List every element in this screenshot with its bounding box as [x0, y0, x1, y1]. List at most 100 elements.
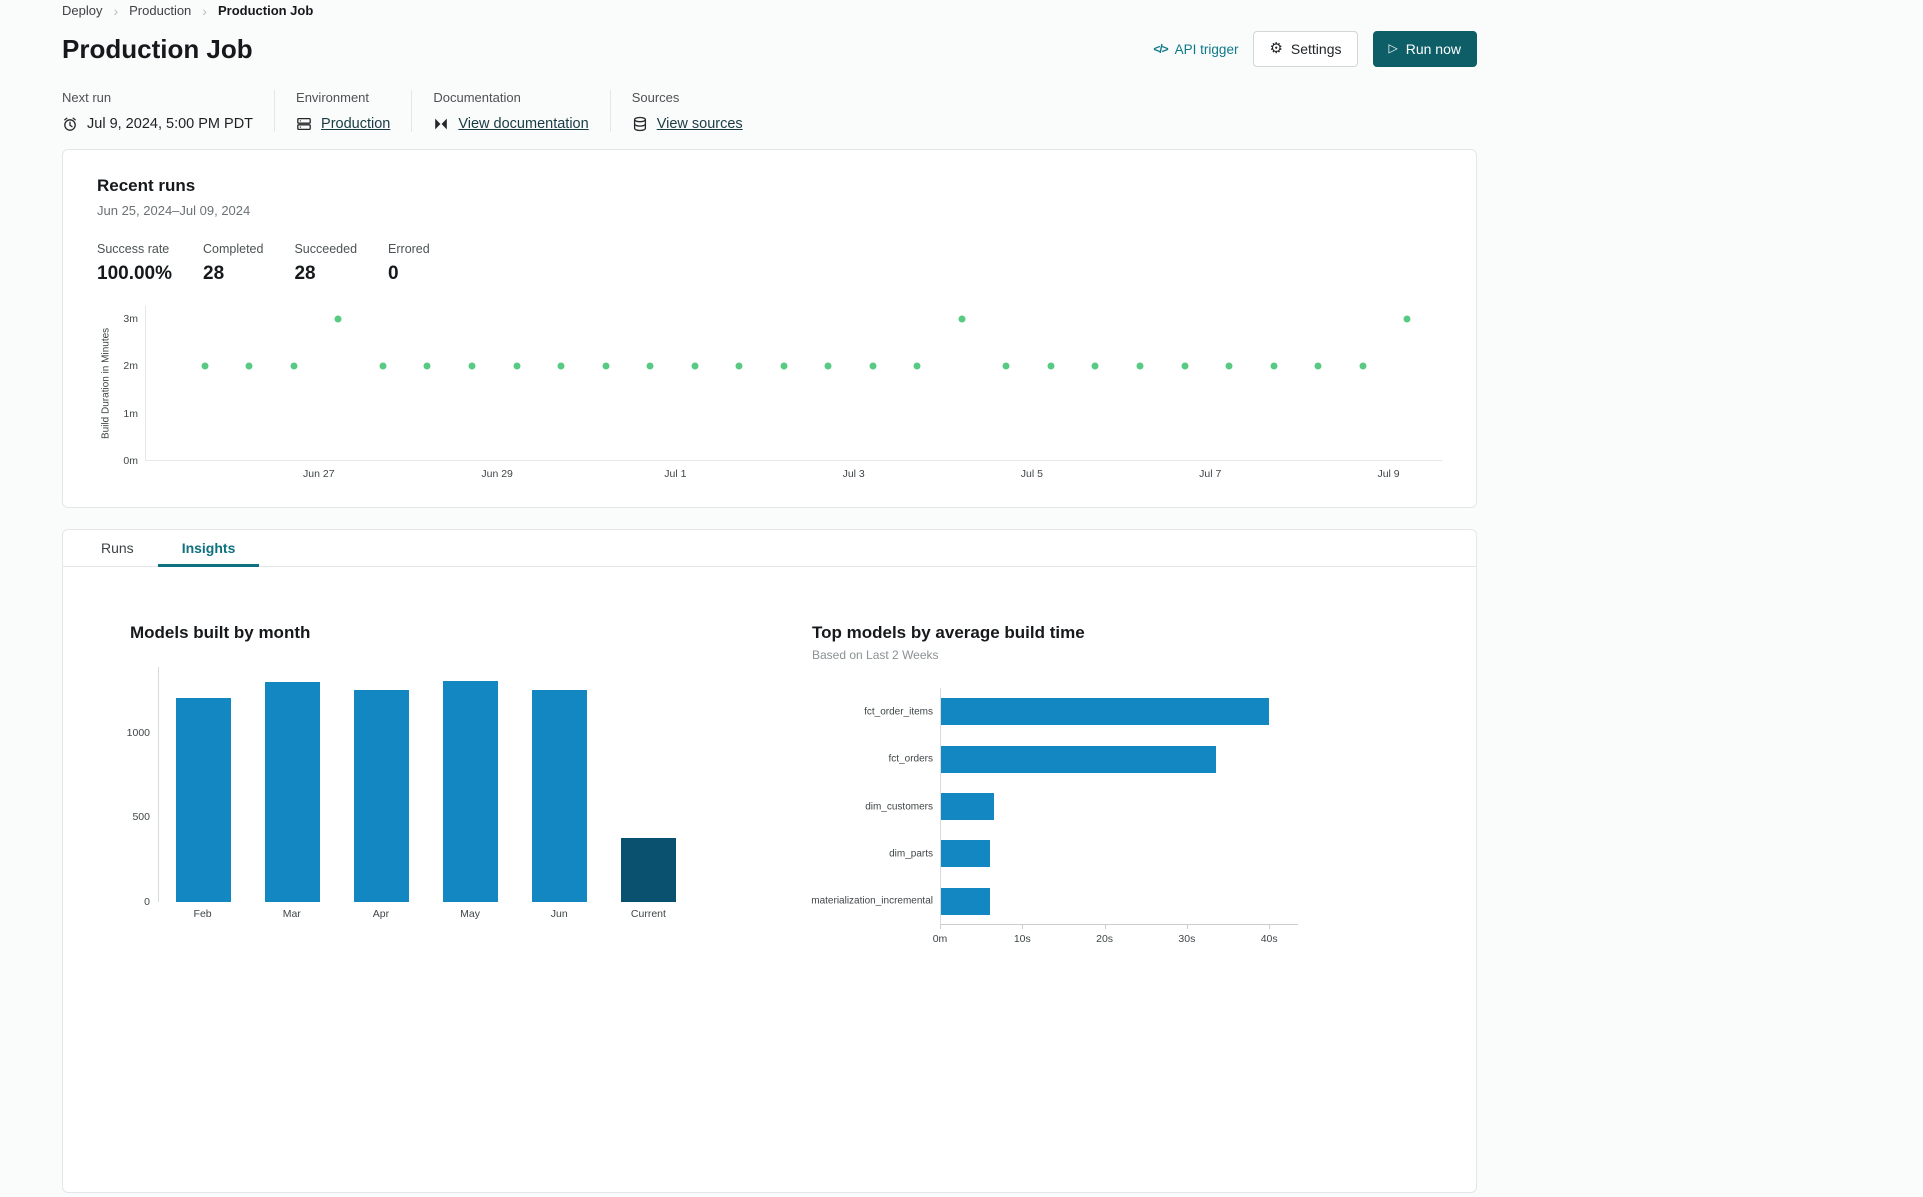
x-axis-tick-label: 30s [1178, 933, 1196, 945]
run-now-button[interactable]: ▷ Run now [1372, 31, 1477, 67]
run-point[interactable] [513, 362, 521, 370]
run-point[interactable] [1091, 362, 1099, 370]
view-sources-link[interactable]: View sources [657, 116, 743, 132]
settings-button-label: Settings [1290, 41, 1342, 57]
axis-tick-mark [1022, 925, 1024, 929]
next-run-label: Next run [62, 90, 112, 105]
run-point[interactable] [1002, 362, 1010, 370]
recent-runs-date-range: Jun 25, 2024–Jul 09, 2024 [97, 203, 251, 218]
run-point[interactable] [646, 362, 654, 370]
header-actions: </> API trigger ⚙ Settings ▷ Run now [1153, 31, 1477, 67]
tab-runs[interactable]: Runs [77, 530, 158, 567]
y-axis-tick-label: 1m [123, 407, 138, 420]
x-axis-tick-label: 0m [932, 933, 948, 945]
run-point[interactable] [1047, 362, 1055, 370]
run-point[interactable] [869, 362, 877, 370]
model-build-time-bar[interactable] [941, 745, 1216, 773]
run-point[interactable] [334, 315, 342, 323]
model-name-label: materialization_incremental [811, 895, 933, 907]
run-point[interactable] [1136, 362, 1144, 370]
vertical-divider [609, 90, 611, 132]
run-point[interactable] [602, 362, 610, 370]
page-header: Production Job </> API trigger ⚙ Setting… [62, 31, 1477, 67]
run-point[interactable] [1181, 362, 1189, 370]
run-point[interactable] [1403, 315, 1411, 323]
code-icon: </> [1153, 42, 1168, 56]
documentation-value-row: View documentation [433, 116, 589, 132]
model-build-time-bar[interactable] [941, 840, 991, 868]
stat-label: Completed [203, 242, 264, 256]
run-point[interactable] [1225, 362, 1233, 370]
x-axis-tick-label: May [460, 908, 480, 920]
recent-runs-title: Recent runs [97, 176, 196, 195]
run-point[interactable] [735, 362, 743, 370]
x-axis-tick-label: Mar [282, 908, 301, 920]
x-axis-tick-label: Jun [550, 908, 568, 920]
run-point[interactable] [913, 362, 921, 370]
documentation-label: Documentation [433, 90, 521, 105]
run-point[interactable] [468, 362, 476, 370]
stat-value: 0 [388, 263, 399, 284]
run-duration-chart: Build Duration in Minutes 0m 1m 2m 3m Jun 27… [97, 306, 1442, 485]
x-axis-tick-label: 40s [1260, 933, 1278, 945]
job-detail-card: Runs Insights Models built by month 0 500… [62, 529, 1477, 1193]
month-bar[interactable] [531, 689, 588, 902]
model-build-time-bar[interactable] [941, 698, 1270, 726]
view-documentation-link[interactable]: View documentation [458, 116, 588, 132]
run-point[interactable] [691, 362, 699, 370]
x-axis-tick-label: Feb [193, 908, 212, 920]
axis-tick-mark [1186, 925, 1188, 929]
axis-tick-mark [940, 925, 941, 929]
run-point[interactable] [824, 362, 832, 370]
month-bar[interactable] [175, 698, 232, 902]
run-point[interactable] [1270, 362, 1278, 370]
sources-value-row: View sources [632, 116, 743, 132]
run-point[interactable] [201, 362, 209, 370]
run-point[interactable] [958, 315, 966, 323]
vertical-divider [274, 90, 276, 132]
build-time-plot: fct_order_items fct_orders dim_customers di… [811, 688, 1298, 951]
api-trigger-label: API trigger [1174, 41, 1239, 57]
run-point[interactable] [557, 362, 565, 370]
settings-button[interactable]: ⚙ Settings [1253, 31, 1358, 67]
x-axis-tick-label: 10s [1013, 933, 1031, 945]
next-run-info: Next run Jul 9, 2024, 5:00 PM PDT [62, 90, 274, 132]
tab-insights[interactable]: Insights [157, 530, 260, 567]
run-point[interactable] [423, 362, 431, 370]
stat-label: Errored [388, 242, 430, 256]
model-name-label: dim_customers [865, 801, 933, 812]
x-axis-tick-label: Jul 1 [664, 468, 687, 480]
month-bar[interactable] [442, 680, 499, 902]
x-axis-tick-label: Apr [372, 908, 390, 920]
api-trigger-link[interactable]: </> API trigger [1153, 42, 1238, 57]
y-axis-tick-label: 2m [123, 360, 138, 373]
sources-label: Sources [631, 90, 680, 105]
run-point[interactable] [379, 362, 387, 370]
y-axis-tick-label: 0m [123, 455, 138, 467]
environment-info: Environment Production [296, 90, 411, 132]
run-now-button-label: Run now [1405, 41, 1461, 57]
run-point[interactable] [780, 362, 788, 370]
environment-link[interactable]: Production [321, 116, 390, 132]
breadcrumb-item-deploy[interactable]: Deploy [62, 3, 102, 18]
breadcrumb-item-production[interactable]: Production [129, 3, 191, 18]
month-bar[interactable] [264, 682, 321, 902]
axis-tick-mark [1104, 925, 1106, 929]
month-bar[interactable] [620, 837, 677, 902]
next-run-value-row: Jul 9, 2024, 5:00 PM PDT [62, 116, 253, 132]
model-build-time-bar[interactable] [941, 887, 991, 915]
alarm-clock-icon [64, 117, 76, 131]
tab-bar: Runs Insights [63, 530, 1476, 567]
x-axis-tick-label: 20s [1096, 933, 1114, 945]
recent-runs-card: Recent runs Jun 25, 2024–Jul 09, 2024 Su… [62, 149, 1477, 508]
chart-title: Top models by average build time [812, 623, 1085, 642]
model-build-time-bar[interactable] [941, 793, 995, 820]
run-point[interactable] [1314, 362, 1322, 370]
chart-subtitle: Based on Last 2 Weeks [812, 648, 939, 662]
database-icon [633, 116, 646, 132]
model-name-label: fct_orders [888, 753, 933, 765]
run-point[interactable] [290, 362, 298, 370]
run-point[interactable] [1359, 362, 1367, 370]
month-bar[interactable] [353, 689, 410, 902]
run-point[interactable] [245, 362, 253, 370]
